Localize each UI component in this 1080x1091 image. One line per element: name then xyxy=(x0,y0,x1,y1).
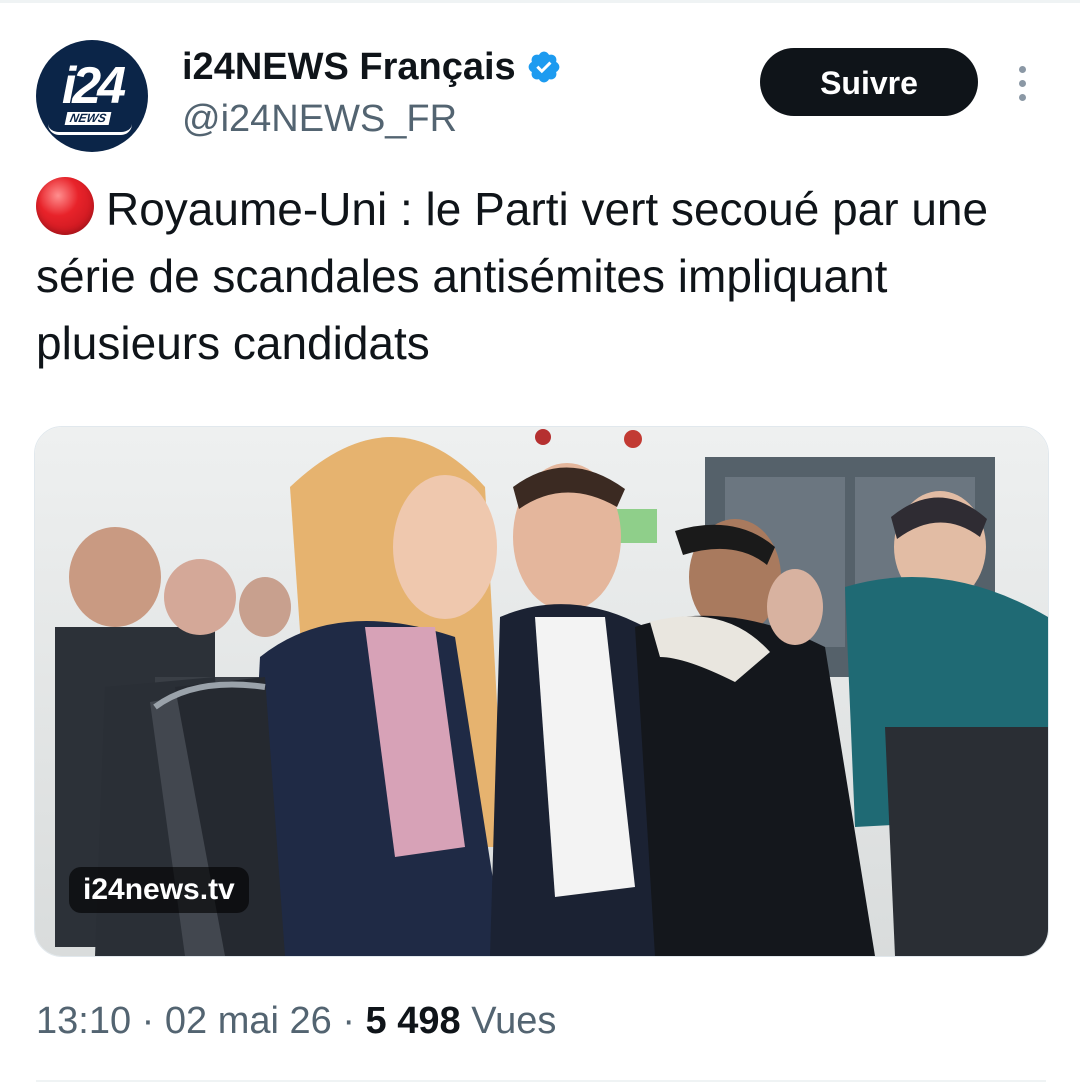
name-row: i24NEWS Français xyxy=(182,44,562,90)
meta-separator: · xyxy=(141,1000,155,1042)
account-handle[interactable]: @i24NEWS_FR xyxy=(182,96,457,142)
tweet-header: i24 NEWS i24NEWS Français @i24NEWS_FR Su… xyxy=(36,36,1046,156)
avatar-logo-text: i24 xyxy=(61,57,126,115)
tweet-photo[interactable]: i24news.tv xyxy=(34,426,1049,957)
views-label: Vues xyxy=(471,1000,557,1042)
avatar-logo-sub: NEWS xyxy=(64,111,112,125)
more-options-icon[interactable] xyxy=(1010,62,1034,104)
verified-badge-icon xyxy=(528,51,560,83)
bottom-divider xyxy=(36,1080,1046,1082)
post-time[interactable]: 13:10 xyxy=(36,1000,131,1042)
photo-watermark: i24news.tv xyxy=(69,867,249,913)
follow-button[interactable]: Suivre xyxy=(760,48,978,116)
tweet-body: Royaume-Uni : le Parti vert secoué par u… xyxy=(36,183,989,369)
avatar-swoosh xyxy=(48,124,132,135)
avatar[interactable]: i24 NEWS xyxy=(36,40,148,152)
tweet-meta: 13:10 · 02 mai 26 · 5 498 Vues xyxy=(36,995,556,1047)
red-circle-emoji-icon xyxy=(36,177,94,235)
meta-separator: · xyxy=(342,1000,355,1042)
post-date[interactable]: 02 mai 26 xyxy=(165,1000,332,1042)
views-count[interactable]: 5 498 xyxy=(366,1000,461,1042)
top-divider xyxy=(0,0,1080,3)
display-name[interactable]: i24NEWS Français xyxy=(182,44,516,90)
tweet-text: Royaume-Uni : le Parti vert secoué par u… xyxy=(36,176,1036,377)
